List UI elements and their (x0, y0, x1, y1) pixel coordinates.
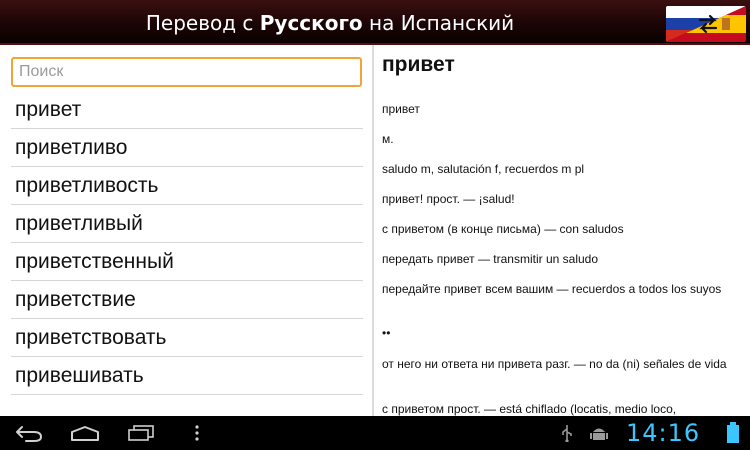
source-language: Русского (259, 11, 363, 35)
entry-line: saludo m, salutación f, recuerdos m pl (382, 162, 585, 176)
entry-line: передайте привет всем вашим — recuerdos … (382, 282, 722, 296)
entry-line: с приветом прост. — está chiflado (locat… (382, 402, 677, 416)
menu-icon[interactable] (194, 425, 200, 441)
list-item[interactable]: привет (11, 91, 363, 129)
recent-apps-icon[interactable] (127, 425, 155, 441)
entry-line: м. (382, 132, 394, 146)
entry-line: от него ни ответа ни привета разг. — no … (382, 357, 727, 371)
list-item[interactable]: приветливость (11, 167, 363, 205)
battery-icon (727, 422, 739, 443)
system-navigation-bar: 14:16 (0, 416, 750, 450)
entry-headword: привет (382, 53, 455, 76)
usb-icon (562, 425, 572, 442)
list-item[interactable]: приветливо (11, 129, 363, 167)
swap-languages-button[interactable] (666, 6, 746, 42)
back-icon[interactable] (14, 424, 44, 442)
clock: 14:16 (626, 419, 701, 447)
target-language: Испанский (400, 11, 515, 35)
list-item[interactable]: приветствие (11, 281, 363, 319)
entry-line: •• (382, 326, 391, 340)
search-input[interactable] (19, 60, 349, 84)
list-item[interactable]: привешивать (11, 357, 363, 395)
translation-panel[interactable]: привет привет м. saludo m, salutación f,… (374, 45, 750, 416)
page-title: Перевод с Русского на Испанский (145, 11, 515, 35)
entry-line: привет! прост. — ¡salud! (382, 192, 515, 206)
entry-line: передать привет — transmitir un saludo (382, 252, 599, 266)
home-icon[interactable] (70, 425, 100, 441)
word-list: привет приветливо приветливость приветли… (11, 91, 363, 395)
word-list-panel: привет приветливо приветливость приветли… (0, 45, 372, 416)
list-item[interactable]: приветливый (11, 205, 363, 243)
app-header: Перевод с Русского на Испанский (0, 0, 750, 45)
search-box[interactable] (11, 57, 362, 87)
list-item[interactable]: приветственный (11, 243, 363, 281)
android-debug-icon (590, 428, 608, 440)
entry-line: с приветом (в конце письма) — con saludo… (382, 222, 624, 236)
swap-arrows-icon (698, 14, 718, 34)
entry-line: привет (382, 102, 420, 116)
list-item[interactable]: приветствовать (11, 319, 363, 357)
